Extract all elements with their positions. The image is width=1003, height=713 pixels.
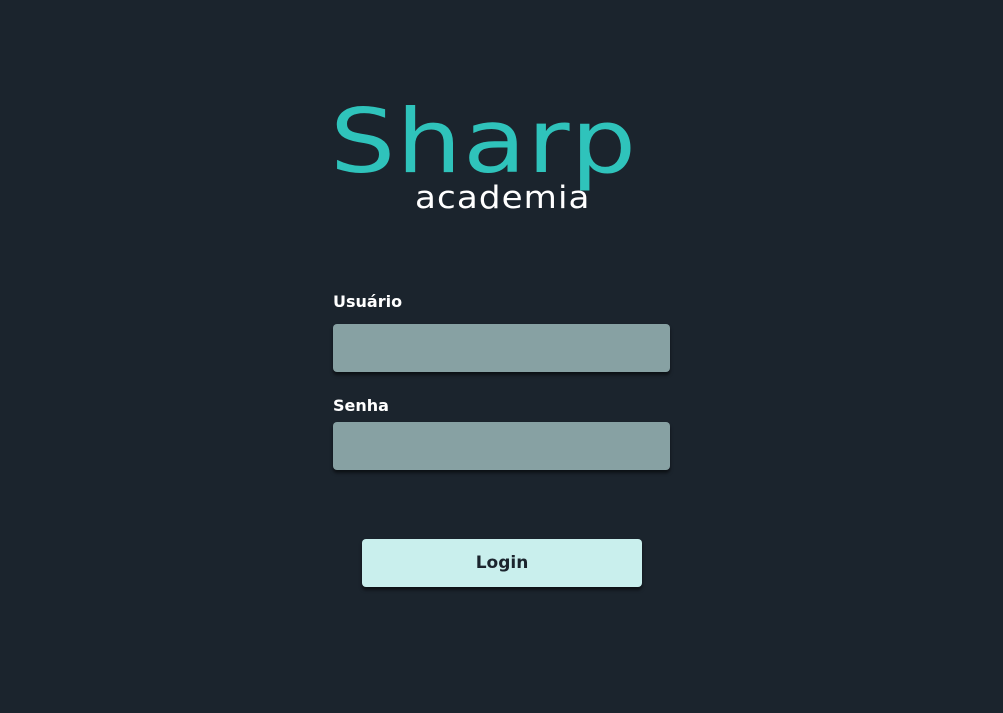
password-input[interactable]: [333, 422, 670, 470]
login-page: Sharp academia Usuário Senha Login: [0, 0, 1003, 713]
brand-logo: Sharp academia: [330, 92, 686, 222]
password-label: Senha: [333, 396, 389, 415]
logo-title: Sharp: [330, 90, 638, 193]
username-label: Usuário: [333, 292, 403, 311]
logo-subtitle: academia: [415, 180, 591, 216]
login-button[interactable]: Login: [362, 539, 642, 587]
username-input[interactable]: [333, 324, 670, 372]
